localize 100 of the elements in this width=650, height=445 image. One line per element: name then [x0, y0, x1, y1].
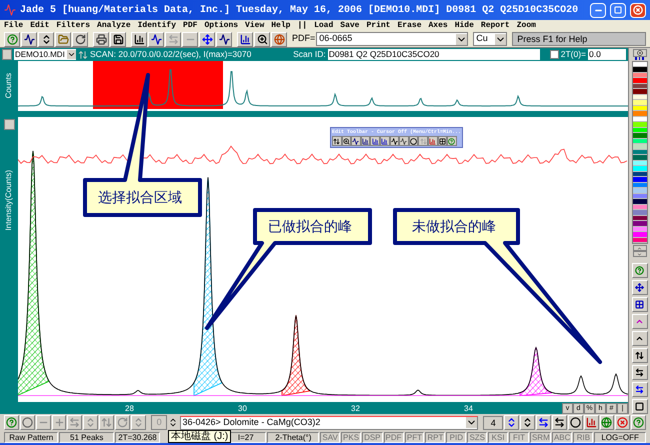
pattern-button[interactable] — [2, 49, 12, 60]
color-swatch[interactable] — [632, 106, 646, 111]
color-swatch[interactable] — [632, 194, 646, 199]
color-swatch[interactable] — [632, 89, 646, 94]
save-button[interactable] — [110, 32, 126, 46]
minimize-button[interactable] — [590, 2, 606, 18]
menu-item[interactable]: Print — [366, 22, 390, 30]
panel-button[interactable] — [4, 119, 14, 130]
side-tool-button[interactable] — [632, 399, 648, 414]
toolbar-button[interactable] — [148, 32, 164, 46]
side-tool-button[interactable] — [632, 297, 648, 312]
toolbar-button[interactable] — [72, 32, 88, 46]
scroll-button[interactable] — [632, 251, 646, 257]
side-tool-button[interactable] — [632, 331, 648, 346]
two-theta-checkbox[interactable] — [550, 50, 559, 59]
menu-item[interactable]: Load — [314, 22, 334, 30]
color-swatch[interactable] — [632, 144, 646, 150]
menu-item[interactable]: Hide — [454, 22, 474, 30]
menu-item[interactable]: Zoom — [516, 22, 536, 30]
menu-item[interactable]: Analyze — [97, 22, 131, 30]
help-button[interactable] — [631, 415, 646, 430]
menu-item[interactable]: Filters — [56, 22, 90, 30]
edit-tool-button[interactable] — [332, 136, 342, 146]
side-tool-button[interactable] — [632, 280, 648, 295]
color-swatch[interactable] — [632, 100, 646, 106]
menu-item[interactable]: File — [4, 22, 24, 30]
pdf-dropdown[interactable]: 06-0665 — [316, 32, 468, 46]
color-swatch[interactable] — [632, 216, 646, 221]
color-swatch[interactable] — [632, 226, 646, 232]
two-theta-field[interactable]: 0.0 — [588, 49, 626, 60]
color-swatch[interactable] — [632, 128, 646, 133]
toolbar-button[interactable] — [131, 32, 147, 46]
color-swatch[interactable] — [632, 210, 646, 216]
color-swatch[interactable] — [632, 133, 646, 138]
color-swatch[interactable] — [632, 155, 646, 160]
edit-tool-button[interactable] — [351, 136, 361, 146]
selected-range-region[interactable] — [93, 61, 223, 109]
color-swatch[interactable] — [632, 221, 646, 226]
number-field[interactable]: 4 — [483, 416, 504, 430]
menu-item[interactable]: Axes — [428, 22, 448, 30]
color-swatch[interactable] — [632, 72, 646, 78]
edit-tool-button[interactable] — [360, 136, 370, 146]
edit-tool-button[interactable] — [370, 136, 380, 146]
color-swatch[interactable] — [632, 160, 646, 166]
edit-tool-button[interactable] — [390, 136, 400, 146]
edit-tool-button[interactable] — [399, 136, 409, 146]
color-swatch[interactable] — [632, 204, 646, 210]
toolbar-button[interactable] — [552, 415, 567, 430]
color-swatch[interactable] — [632, 62, 646, 67]
color-swatch[interactable] — [632, 188, 646, 194]
menu-item[interactable]: PDF — [183, 22, 198, 30]
color-swatch[interactable] — [632, 122, 646, 128]
color-swatch[interactable] — [632, 232, 646, 238]
side-tool-button[interactable] — [632, 365, 648, 380]
toolbar-button[interactable] — [536, 415, 551, 430]
color-swatch[interactable] — [632, 116, 646, 122]
phase-dropdown[interactable]: 36-0426> Dolomite - CaMg(CO3)2 — [180, 416, 478, 430]
color-swatch[interactable] — [632, 238, 646, 243]
color-swatch[interactable] — [632, 177, 646, 182]
menu-item[interactable]: Report — [480, 22, 510, 30]
color-swatch[interactable] — [632, 94, 646, 100]
toolbar-button[interactable] — [237, 32, 253, 46]
color-swatch[interactable] — [632, 199, 646, 204]
menu-item[interactable]: Edit — [30, 22, 50, 30]
side-tool-button[interactable] — [632, 348, 648, 363]
help-button[interactable] — [4, 415, 19, 430]
menu-item[interactable]: Identify — [138, 22, 176, 30]
edit-tool-button[interactable] — [408, 136, 418, 146]
open-button[interactable] — [55, 32, 71, 46]
color-swatch[interactable] — [632, 172, 646, 177]
color-swatch[interactable] — [632, 182, 646, 188]
menu-item[interactable]: View — [245, 22, 264, 30]
toolbar-button[interactable] — [21, 32, 37, 46]
color-swatch[interactable] — [632, 138, 646, 144]
menu-item[interactable]: Save — [340, 22, 360, 30]
color-swatch[interactable] — [632, 84, 646, 89]
close-button[interactable] — [632, 49, 646, 57]
toolbar-button[interactable] — [20, 415, 35, 430]
restore-button[interactable] — [610, 2, 626, 18]
radiation-dropdown[interactable]: Cu — [473, 32, 508, 46]
color-swatch[interactable] — [632, 78, 646, 84]
scroll-button[interactable] — [632, 245, 646, 251]
toolbar-button[interactable] — [38, 32, 54, 46]
toolbar-button[interactable] — [254, 32, 270, 46]
toolbar-button[interactable] — [568, 415, 583, 430]
edit-tool-button[interactable] — [438, 136, 448, 146]
help-button[interactable] — [4, 32, 20, 46]
toolbar-button[interactable] — [216, 32, 232, 46]
edit-tool-button[interactable] — [342, 136, 352, 146]
print-button[interactable] — [93, 32, 109, 46]
menu-item[interactable]: Options — [204, 22, 238, 30]
palette-button[interactable] — [632, 57, 646, 60]
color-swatch[interactable] — [632, 67, 646, 72]
color-swatch[interactable] — [632, 166, 646, 172]
toolbar-button[interactable] — [199, 32, 215, 46]
menu-item[interactable]: || — [297, 22, 308, 30]
file-dropdown[interactable]: DEMO10.MDI — [14, 49, 76, 60]
color-swatch[interactable] — [632, 111, 646, 116]
toolbar-button[interactable] — [520, 415, 536, 430]
toolbar-button[interactable] — [584, 415, 599, 430]
